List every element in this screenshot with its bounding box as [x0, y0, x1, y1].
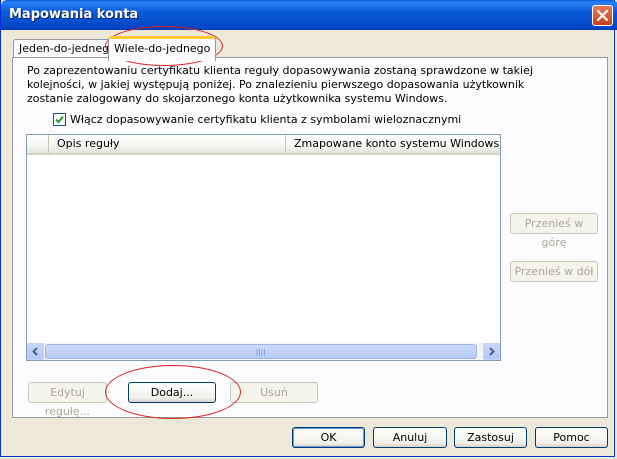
help-button[interactable]: Pomoc: [535, 427, 608, 448]
tab-many-to-one[interactable]: Wiele-do-jednego: [108, 36, 217, 61]
wildcard-checkbox[interactable]: [53, 113, 66, 126]
move-down-button[interactable]: Przenieś w dół: [510, 261, 598, 282]
apply-button[interactable]: Zastosuj: [454, 427, 527, 448]
add-button[interactable]: Dodaj...: [128, 382, 216, 403]
edit-rule-button[interactable]: Edytuj regułę...: [28, 382, 107, 418]
rules-list-header: Opis reguły Zmapowane konto systemu Wind…: [27, 135, 500, 155]
column-header-blank[interactable]: [27, 135, 49, 153]
column-header-rule-description[interactable]: Opis reguły: [49, 135, 286, 153]
move-up-button[interactable]: Przenieś w górę: [510, 213, 598, 249]
chevron-right-icon: [489, 347, 495, 356]
column-header-windows-account[interactable]: Zmapowane konto systemu Windows: [286, 135, 500, 153]
ok-button[interactable]: OK: [292, 427, 365, 448]
chevron-left-icon: [32, 347, 38, 356]
close-icon: [596, 9, 609, 22]
dialog-window: Mapowania konta Jeden-do-jednego Wiele-d…: [0, 0, 617, 457]
remove-button[interactable]: Usuń: [230, 382, 318, 403]
description-text: Po zaprezentowaniu certyfikatu klienta r…: [27, 64, 533, 105]
grip-icon: [256, 349, 265, 356]
tab-one-to-one[interactable]: Jeden-do-jednego: [13, 39, 122, 58]
scroll-thumb[interactable]: [45, 344, 477, 359]
rules-list[interactable]: Opis reguły Zmapowane konto systemu Wind…: [26, 134, 501, 361]
title-bar[interactable]: Mapowania konta: [1, 0, 617, 30]
checkmark-icon: [55, 115, 64, 124]
window-title: Mapowania konta: [9, 7, 139, 22]
close-button[interactable]: [592, 5, 613, 26]
horizontal-scrollbar[interactable]: [27, 343, 500, 360]
scroll-right-button[interactable]: [483, 343, 500, 360]
scroll-left-button[interactable]: [27, 343, 44, 360]
cancel-button[interactable]: Anuluj: [373, 427, 447, 448]
wildcard-checkbox-label[interactable]: Włącz dopasowywanie certyfikatu klienta …: [70, 113, 461, 126]
